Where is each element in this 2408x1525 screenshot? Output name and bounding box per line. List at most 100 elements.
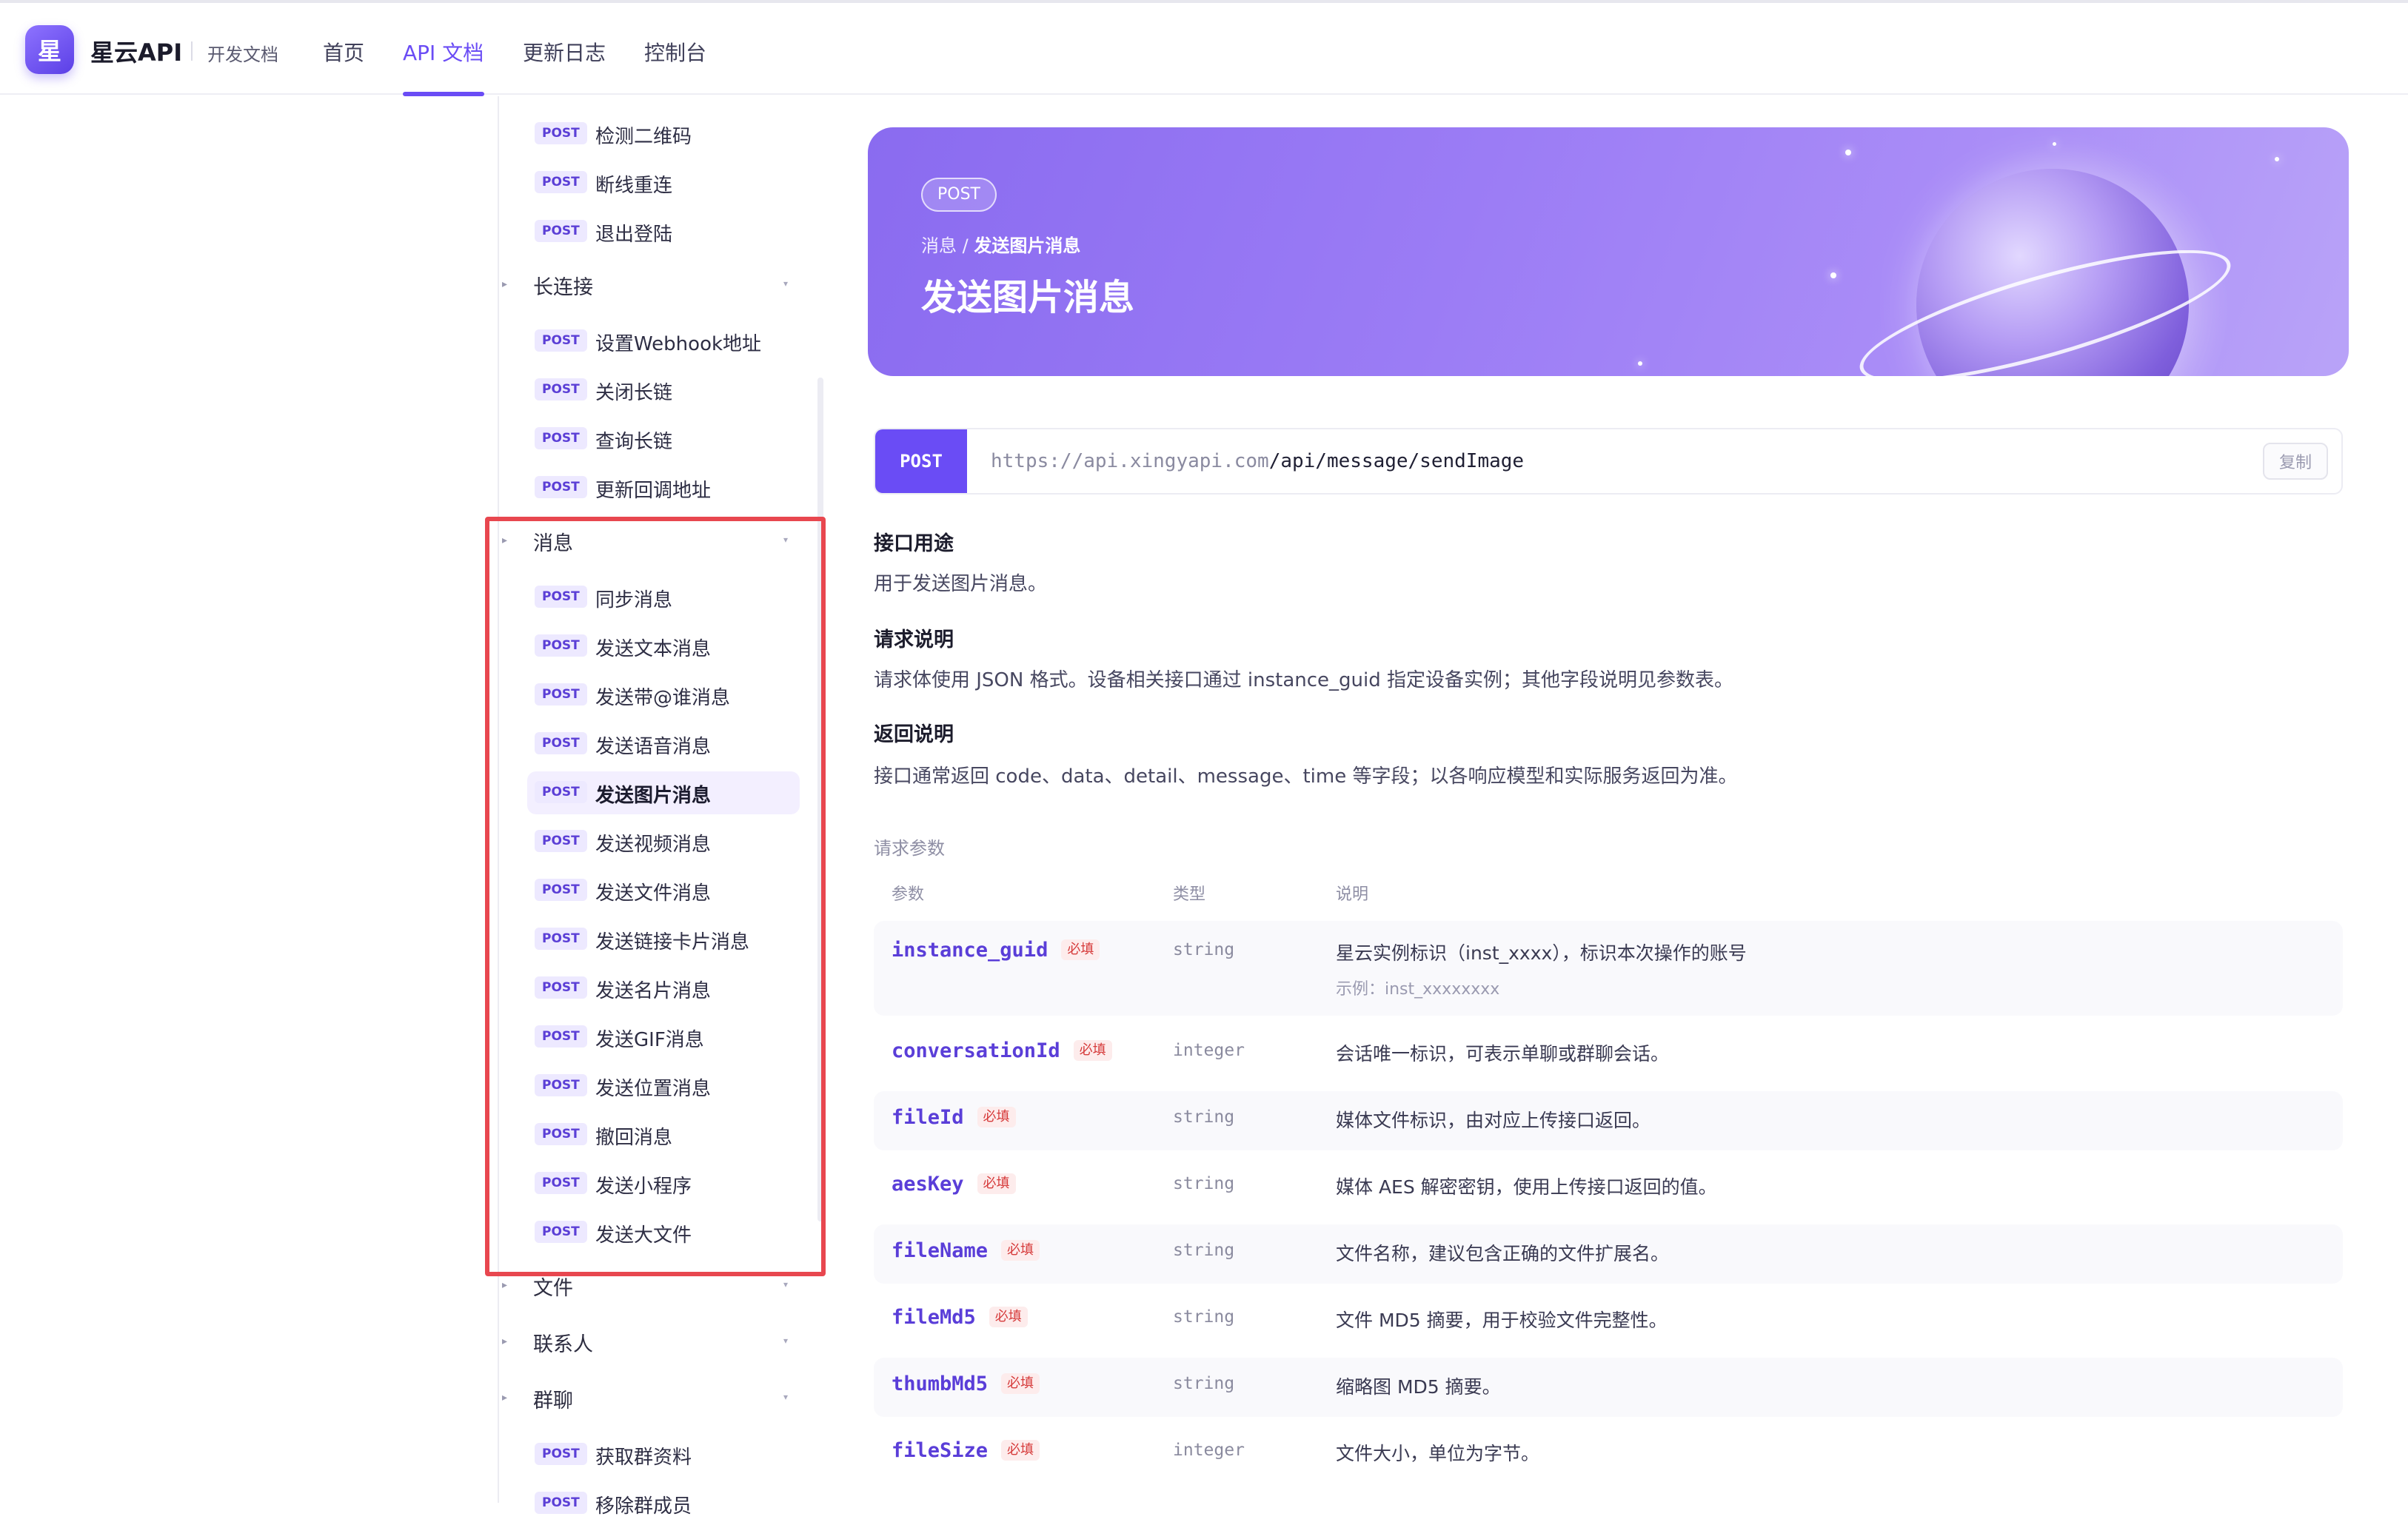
- sidebar-item-label: 获取群资料: [595, 1447, 692, 1469]
- table-row: fileName 必填 string 文件名称，建议包含正确的文件扩展名。: [874, 1224, 2343, 1284]
- method-badge: POST: [535, 329, 587, 352]
- nav-api-docs[interactable]: API 文档: [403, 37, 484, 67]
- table-row: conversationId 必填 integer 会话唯一标识，可表示单聊或群聊…: [874, 1025, 2343, 1084]
- param-name: fileId 必填: [892, 1106, 1016, 1129]
- method-badge: POST: [535, 378, 587, 400]
- params-heading: 请求参数: [874, 838, 945, 859]
- endpoint-url[interactable]: https://api.xingyapi.com/api/message/sen…: [991, 450, 1524, 472]
- required-badge: 必填: [1001, 1440, 1040, 1461]
- method-badge: POST: [535, 1443, 587, 1465]
- breadcrumb-parent[interactable]: 消息: [921, 235, 957, 256]
- nav-console[interactable]: 控制台: [644, 37, 706, 67]
- table-row: thumbMd5 必填 string 缩略图 MD5 摘要。: [874, 1358, 2343, 1417]
- method-badge: POST: [535, 1492, 587, 1514]
- breadcrumb-current: 发送图片消息: [974, 235, 1081, 256]
- param-name: conversationId 必填: [892, 1039, 1112, 1062]
- sidebar-group-group-chat[interactable]: ▸ 群聊 ▾: [501, 1377, 797, 1421]
- caret-right-icon: ▸: [502, 278, 508, 290]
- breadcrumb: 消息 / 发送图片消息: [921, 231, 1080, 257]
- endpoint-path: /api/message/sendImage: [1268, 450, 1525, 472]
- hero-banner: POST 消息 / 发送图片消息 发送图片消息: [868, 127, 2349, 376]
- brand-divider: [191, 41, 193, 61]
- nav-changelog[interactable]: 更新日志: [523, 37, 606, 67]
- purpose-text: 用于发送图片消息。: [874, 573, 1048, 595]
- chevron-down-icon: ▾: [783, 1279, 788, 1290]
- param-name: thumbMd5 必填: [892, 1372, 1040, 1395]
- star-icon: [1638, 361, 1642, 366]
- param-name: aesKey 必填: [892, 1173, 1016, 1196]
- sidebar-item-label: 移除群成员: [595, 1495, 692, 1518]
- chevron-down-icon: ▾: [783, 1335, 788, 1346]
- response-heading: 返回说明: [874, 723, 954, 746]
- brand-name[interactable]: 星云API: [90, 34, 182, 68]
- method-badge: POST: [535, 220, 587, 242]
- star-icon: [2275, 157, 2279, 161]
- sidebar-group-contacts[interactable]: ▸ 联系人 ▾: [501, 1321, 797, 1365]
- column-header-desc: 说明: [1336, 885, 1369, 904]
- sidebar-item[interactable]: POST 获取群资料: [527, 1433, 800, 1476]
- required-badge: 必填: [1001, 1373, 1040, 1394]
- param-desc: 媒体 AES 解密密钥，使用上传接口返回的值。: [1336, 1176, 1717, 1198]
- sidebar-item[interactable]: POST 检测二维码: [527, 113, 800, 155]
- param-desc: 星云实例标识（inst_xxxx），标识本次操作的账号: [1336, 942, 1747, 964]
- table-row: fileSize 必填 integer 文件大小，单位为字节。: [874, 1424, 2343, 1484]
- sidebar-item[interactable]: POST 更新回调地址: [527, 466, 800, 509]
- required-badge: 必填: [1061, 939, 1100, 960]
- breadcrumb-separator: /: [957, 235, 974, 256]
- response-text: 接口通常返回 code、data、detail、message、time 等字段…: [874, 765, 1738, 788]
- copy-button[interactable]: 复制: [2263, 443, 2328, 480]
- param-type: string: [1173, 940, 1235, 959]
- caret-right-icon: ▸: [502, 1392, 508, 1404]
- sidebar-item-label: 设置Webhook地址: [595, 333, 762, 355]
- request-heading: 请求说明: [874, 629, 954, 651]
- chevron-down-icon: ▾: [783, 278, 788, 289]
- sidebar-item[interactable]: POST 设置Webhook地址: [527, 320, 800, 363]
- sidebar-item[interactable]: POST 断线重连: [527, 161, 800, 204]
- nav-home[interactable]: 首页: [323, 37, 364, 67]
- sidebar-item[interactable]: POST 查询长链: [527, 418, 800, 460]
- brand-subtitle: 开发文档: [207, 44, 278, 65]
- star-icon: [2053, 142, 2056, 146]
- param-desc: 缩略图 MD5 摘要。: [1336, 1376, 1501, 1398]
- required-badge: 必填: [977, 1107, 1016, 1127]
- param-name: fileSize 必填: [892, 1439, 1040, 1462]
- brand-logo[interactable]: 星: [25, 25, 74, 74]
- sidebar-item-label: 断线重连: [595, 175, 673, 197]
- param-type: string: [1173, 1174, 1235, 1193]
- sidebar-item-label: 检测二维码: [595, 126, 692, 148]
- group-label: 长连接: [533, 276, 593, 299]
- param-type: string: [1173, 1374, 1235, 1393]
- required-badge: 必填: [1073, 1040, 1112, 1061]
- sidebar-group-long-connection[interactable]: ▸ 长连接 ▾: [501, 264, 797, 308]
- param-desc: 文件大小，单位为字节。: [1336, 1443, 1540, 1464]
- param-type: integer: [1173, 1441, 1245, 1460]
- method-badge: POST: [535, 122, 587, 144]
- star-icon: [1845, 150, 1851, 155]
- sidebar-item[interactable]: POST 移除群成员: [527, 1482, 800, 1525]
- required-badge: 必填: [977, 1173, 1016, 1194]
- column-header-name: 参数: [892, 885, 925, 904]
- sidebar-item-label: 查询长链: [595, 431, 673, 453]
- method-badge: POST: [535, 171, 587, 193]
- annotation-highlight-box: [485, 517, 826, 1276]
- param-desc: 媒体文件标识，由对应上传接口返回。: [1336, 1110, 1651, 1131]
- sidebar-item[interactable]: POST 关闭长链: [527, 369, 800, 412]
- column-header-type: 类型: [1173, 885, 1206, 904]
- caret-right-icon: ▸: [502, 1335, 508, 1347]
- required-badge: 必填: [989, 1307, 1028, 1327]
- request-text: 请求体使用 JSON 格式。设备相关接口通过 instance_guid 指定设…: [874, 669, 1733, 691]
- sidebar-item-label: 退出登陆: [595, 224, 673, 246]
- group-label: 群聊: [533, 1390, 573, 1412]
- purpose-heading: 接口用途: [874, 532, 954, 555]
- endpoint-bar: POST https://api.xingyapi.com/api/messag…: [874, 428, 2343, 495]
- param-desc: 会话唯一标识，可表示单聊或群聊会话。: [1336, 1043, 1670, 1065]
- method-badge: POST: [535, 476, 587, 498]
- table-row: aesKey 必填 string 媒体 AES 解密密钥，使用上传接口返回的值。: [874, 1158, 2343, 1217]
- required-badge: 必填: [1001, 1240, 1040, 1261]
- sidebar-item[interactable]: POST 退出登陆: [527, 210, 800, 253]
- param-type: integer: [1173, 1041, 1245, 1060]
- param-type: string: [1173, 1107, 1235, 1127]
- star-icon: [1830, 272, 1836, 278]
- method-badge: POST: [921, 178, 997, 212]
- param-desc: 文件 MD5 摘要，用于校验文件完整性。: [1336, 1310, 1668, 1331]
